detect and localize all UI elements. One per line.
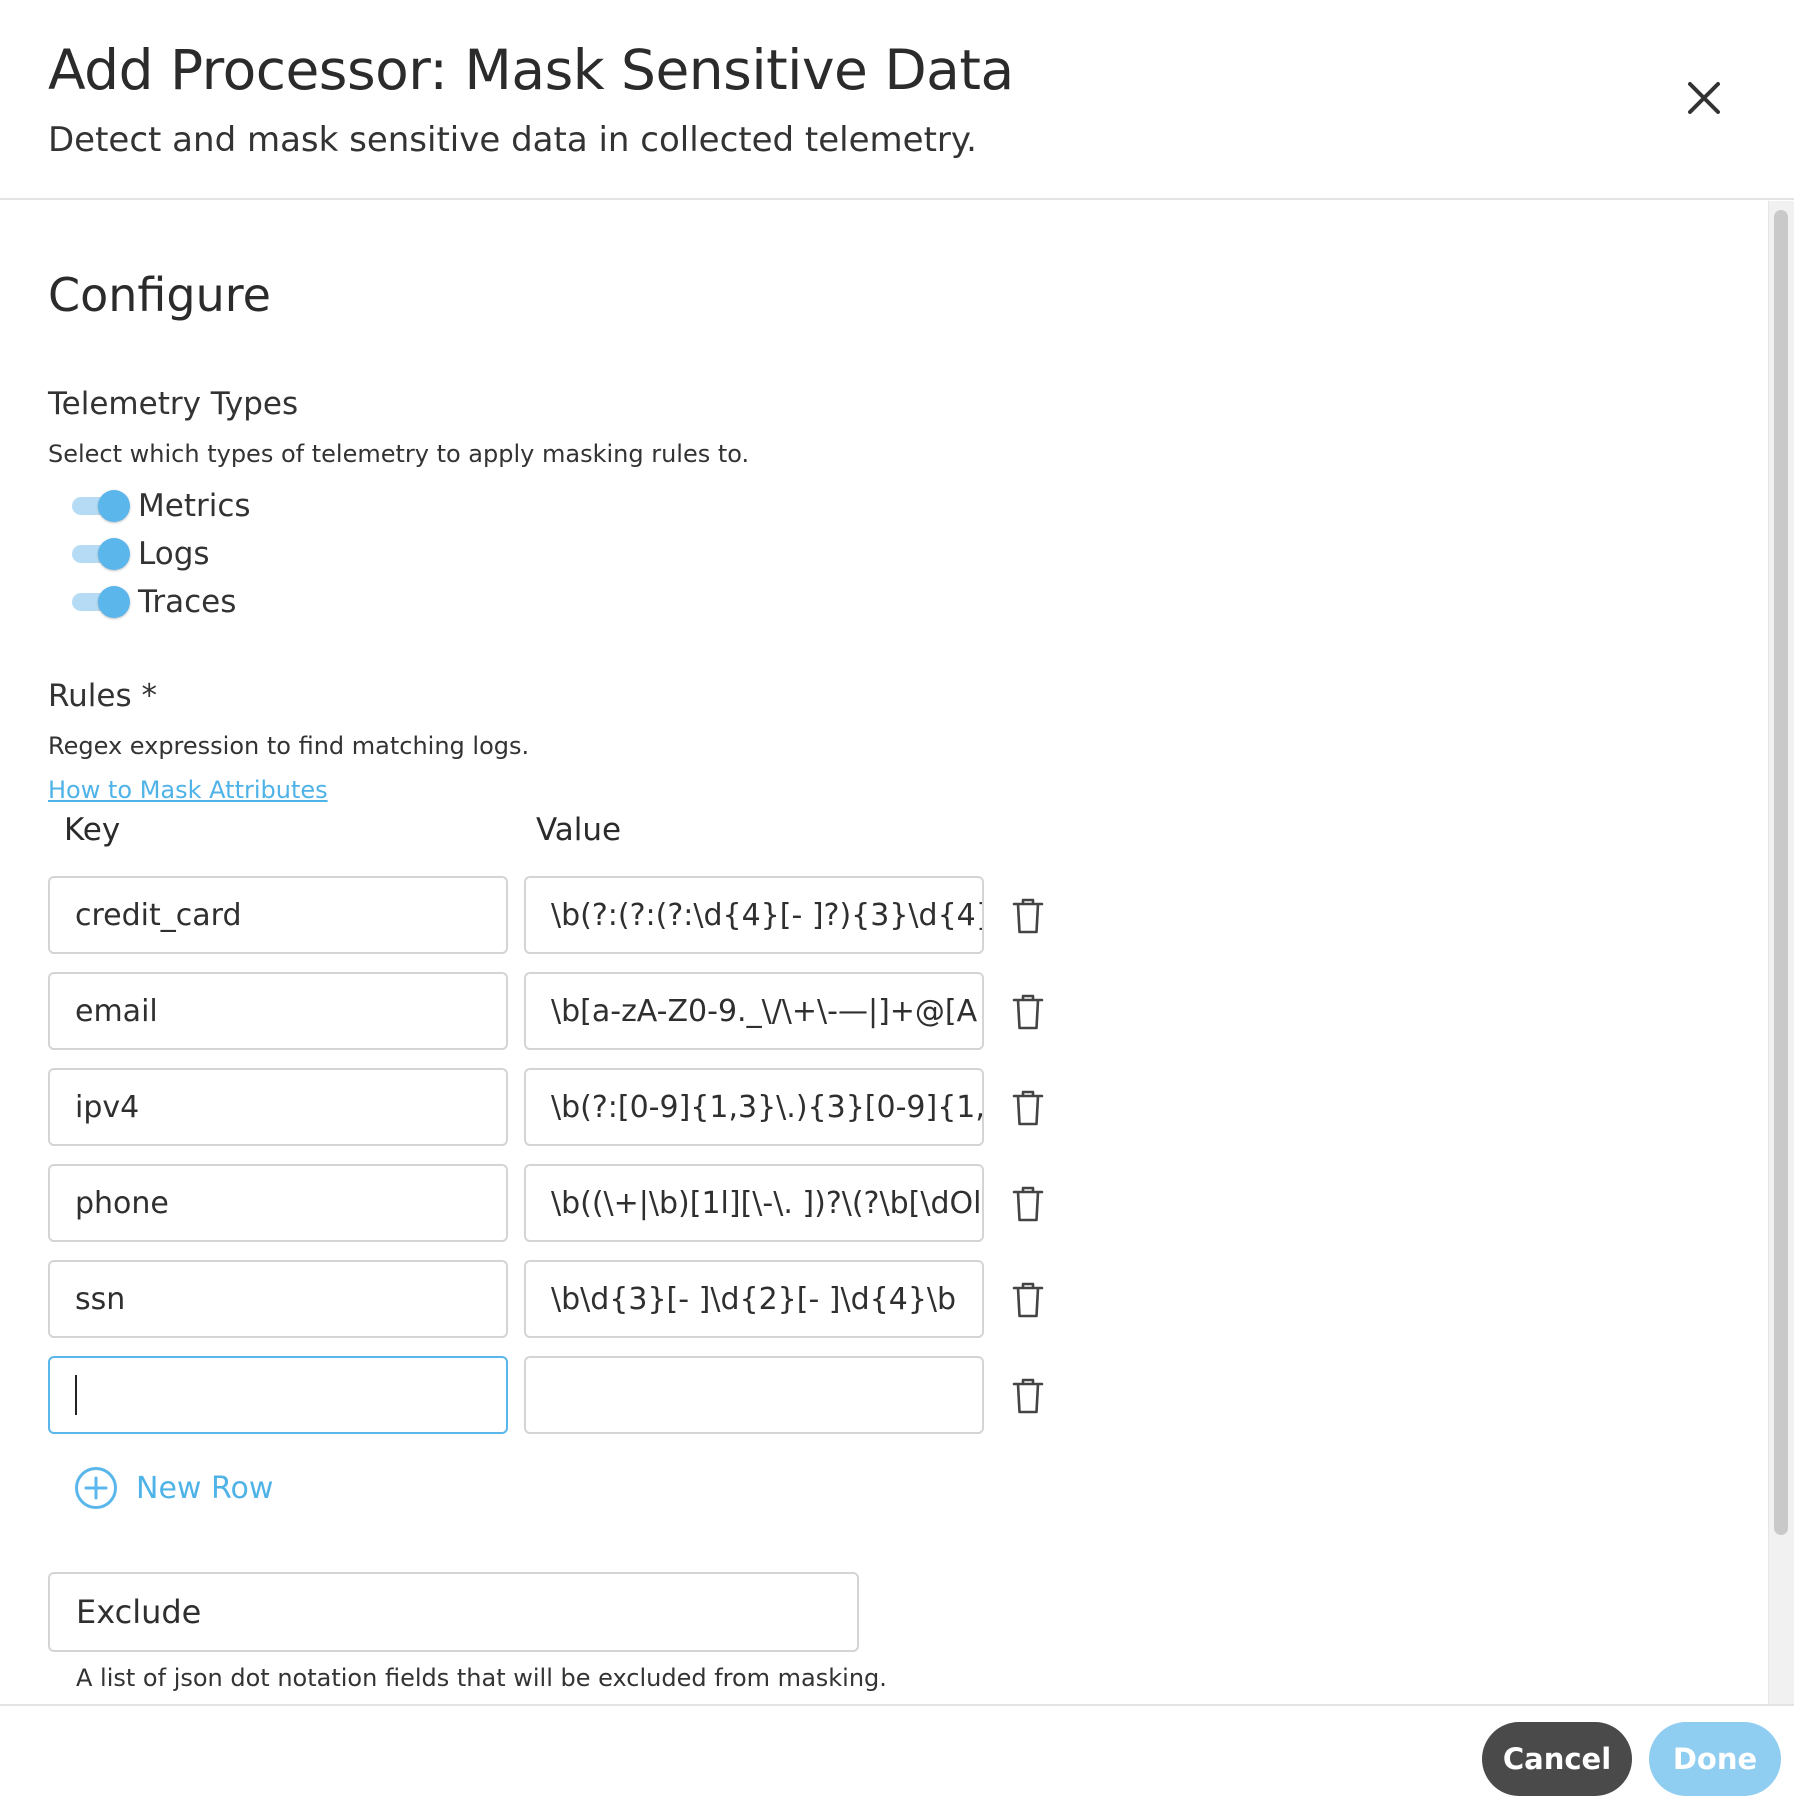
rule-value-input[interactable]: \b(?:[0-9]{1,3}\.){3}[0-9]{1,3} (524, 1068, 984, 1146)
new-row-button[interactable]: New Row (74, 1466, 273, 1510)
close-icon[interactable] (1680, 74, 1728, 122)
toggle-row-traces: Traces (72, 582, 236, 622)
cancel-button[interactable]: Cancel (1482, 1722, 1632, 1796)
exclude-input[interactable]: Exclude (48, 1572, 859, 1652)
dialog-header: Add Processor: Mask Sensitive Data Detec… (0, 0, 1794, 200)
rule-key-input-focused[interactable] (48, 1356, 508, 1434)
exclude-help: A list of json dot notation fields that … (76, 1664, 887, 1692)
trash-icon[interactable] (1011, 1376, 1045, 1416)
toggle-row-metrics: Metrics (72, 486, 251, 526)
logs-label: Logs (138, 536, 210, 572)
done-button[interactable]: Done (1649, 1722, 1781, 1796)
scrollbar-thumb[interactable] (1774, 210, 1788, 1535)
configure-heading: Configure (48, 268, 271, 322)
traces-label: Traces (138, 584, 237, 620)
rule-key-input[interactable]: phone (48, 1164, 508, 1242)
telemetry-types-label: Telemetry Types (48, 386, 299, 422)
rule-key-input[interactable]: ssn (48, 1260, 508, 1338)
telemetry-types-help: Select which types of telemetry to apply… (48, 440, 750, 468)
dialog-title: Add Processor: Mask Sensitive Data (48, 38, 1014, 102)
rule-key-input[interactable]: ipv4 (48, 1068, 508, 1146)
rule-value-input[interactable]: \b(?:(?:(?:\d{4}[- ]?){3}\d{4}|\d (524, 876, 984, 954)
plus-circle-icon (75, 1467, 117, 1509)
rules-help: Regex expression to find matching logs. (48, 732, 530, 760)
trash-icon[interactable] (1011, 1184, 1045, 1224)
logs-toggle[interactable] (72, 534, 134, 574)
trash-icon[interactable] (1011, 1280, 1045, 1320)
key-column-header: Key (64, 812, 121, 848)
text-caret (75, 1375, 77, 1415)
rules-label: Rules * (48, 678, 157, 714)
rule-value-input[interactable]: \b\d{3}[- ]\d{2}[- ]\d{4}\b (524, 1260, 984, 1338)
dialog-subtitle: Detect and mask sensitive data in collec… (48, 120, 977, 160)
rule-key-input[interactable]: email (48, 972, 508, 1050)
trash-icon[interactable] (1011, 1088, 1045, 1128)
traces-toggle[interactable] (72, 582, 134, 622)
toggle-row-logs: Logs (72, 534, 210, 574)
metrics-label: Metrics (138, 488, 251, 524)
metrics-toggle[interactable] (72, 486, 134, 526)
how-to-mask-link[interactable]: How to Mask Attributes (48, 776, 328, 804)
rule-value-input[interactable]: \b((\+|\b)[1l][\-\. ])?\(?\b[\dOlZ (524, 1164, 984, 1242)
rule-value-input[interactable]: \b[a-zA-Z0-9._\/\+\-—|]+@[A (524, 972, 984, 1050)
rule-key-input[interactable]: credit_card (48, 876, 508, 954)
rule-value-input[interactable] (524, 1356, 984, 1434)
new-row-label: New Row (136, 1470, 274, 1506)
value-column-header: Value (536, 812, 622, 848)
trash-icon[interactable] (1011, 896, 1045, 936)
trash-icon[interactable] (1011, 992, 1045, 1032)
